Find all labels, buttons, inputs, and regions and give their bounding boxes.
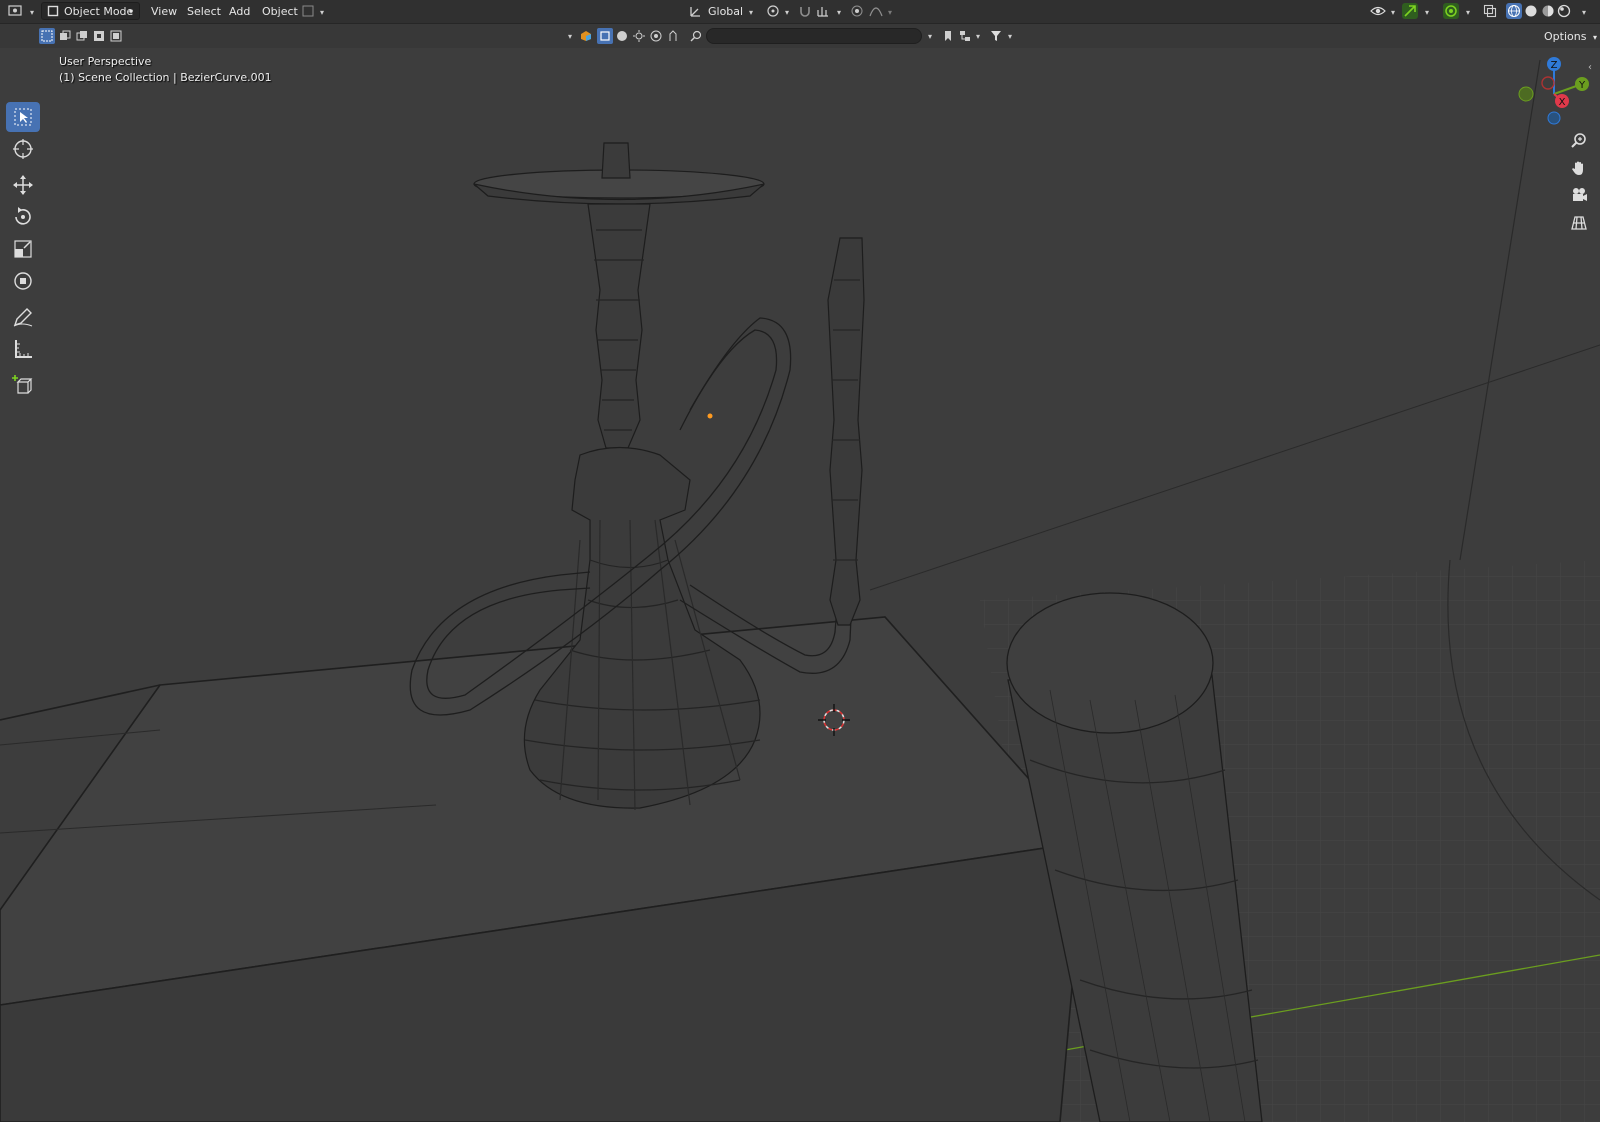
snap-increment-icon[interactable] — [815, 3, 831, 19]
chevron-down-icon[interactable]: ▾ — [743, 4, 759, 20]
chevron-down-icon[interactable]: ▾ — [779, 4, 795, 20]
menu-view[interactable]: View — [147, 3, 181, 20]
viewport-perspective-label: User Perspective — [59, 55, 152, 68]
bookmark-icon[interactable] — [940, 28, 956, 44]
chevron-down-icon[interactable]: ▾ — [1576, 4, 1592, 20]
light-filter-icon[interactable] — [631, 28, 647, 44]
menu-select[interactable]: Select — [183, 3, 225, 20]
rotate-tool[interactable] — [6, 202, 40, 232]
move-tool[interactable] — [6, 170, 40, 200]
chevron-down-icon[interactable]: ▾ — [314, 4, 330, 20]
object-mode-icon — [45, 3, 61, 19]
hand-icon — [1572, 161, 1583, 175]
orientation-icon[interactable] — [688, 3, 704, 19]
select-invert-icon[interactable] — [91, 28, 107, 44]
transform-icon — [14, 272, 32, 290]
mode-dropdown[interactable]: Object Mode ▾ — [41, 2, 140, 20]
hookah-mouthpiece — [827, 237, 865, 626]
search-icon — [688, 28, 704, 44]
editor-type-icon[interactable] — [8, 3, 24, 19]
options-dropdown[interactable]: Options ▾ — [1544, 28, 1597, 45]
chevron-down-icon: ▾ — [129, 7, 134, 16]
magnifier-icon — [1571, 133, 1586, 148]
pan-button[interactable] — [1565, 155, 1593, 181]
scene-wireframe — [0, 59, 1600, 1122]
add-cube-icon — [12, 375, 33, 394]
add-cube-tool[interactable] — [6, 370, 40, 400]
menu-add[interactable]: Add — [225, 3, 254, 20]
transform-orientation[interactable]: Global — [708, 3, 743, 20]
camera-view-button[interactable] — [1565, 182, 1593, 208]
viewport-collection-label: (1) Scene Collection | BezierCurve.001 — [59, 71, 272, 84]
select-subtract-icon[interactable] — [74, 28, 90, 44]
select-new-icon[interactable] — [39, 28, 55, 44]
options-label: Options — [1544, 30, 1587, 43]
move-arrows-icon — [13, 175, 33, 195]
mode-label: Object Mode — [64, 5, 134, 18]
gizmo-y-label: Y — [1578, 80, 1586, 91]
material-shading-icon[interactable] — [1540, 3, 1556, 19]
chevron-down-icon[interactable]: ▾ — [882, 4, 898, 20]
select-box-tool[interactable] — [6, 102, 40, 132]
annotate-tool[interactable] — [6, 302, 40, 332]
camera-filter-icon[interactable] — [648, 28, 664, 44]
gizmo-toggle-icon[interactable] — [1402, 3, 1418, 19]
ruler-icon — [15, 340, 32, 358]
select-intersect-icon[interactable] — [108, 28, 124, 44]
search-input[interactable] — [706, 28, 922, 44]
rotate-icon — [15, 207, 31, 225]
sphere-filter-icon[interactable] — [614, 28, 630, 44]
camera-icon — [1573, 188, 1587, 201]
measure-tool[interactable] — [6, 334, 40, 364]
xray-icon[interactable] — [1482, 3, 1498, 19]
wireframe-shading-icon[interactable] — [1506, 3, 1522, 19]
chevron-down-icon[interactable]: ▾ — [922, 28, 938, 44]
chevron-down-icon[interactable]: ▾ — [1460, 4, 1476, 20]
menu-object[interactable]: Object — [258, 3, 302, 20]
empty-filter-icon[interactable] — [665, 28, 681, 44]
crosshair-icon — [13, 139, 33, 159]
cursor-tool[interactable] — [6, 134, 40, 164]
selected-origin-dot — [707, 413, 713, 419]
zoom-button[interactable] — [1565, 128, 1593, 154]
grid-icon — [1571, 216, 1587, 230]
scale-tool[interactable] — [6, 234, 40, 264]
chevron-down-icon[interactable]: ▾ — [24, 4, 40, 20]
gizmo-z-label: Z — [1551, 60, 1558, 71]
select-extend-icon[interactable] — [57, 28, 73, 44]
object-types-icon[interactable] — [578, 28, 594, 44]
chevron-down-icon[interactable]: ▾ — [562, 28, 578, 44]
navigation-gizmo[interactable]: Z Y X — [1510, 54, 1600, 134]
solid-shading-icon[interactable] — [1523, 3, 1539, 19]
chevron-down-icon[interactable]: ▾ — [970, 28, 986, 44]
chevron-down-icon: ▾ — [1592, 33, 1597, 42]
sidebar-toggle-icon[interactable]: ‹ — [1588, 62, 1592, 73]
overlays-icon[interactable] — [1443, 3, 1459, 19]
proportional-editing-icon[interactable] — [849, 3, 865, 19]
viewport-header: ▾ Object Mode ▾ View Select Add Object ▾… — [0, 0, 1600, 24]
rendered-shading-icon[interactable] — [1556, 3, 1572, 19]
gizmo-x-label: X — [1559, 97, 1566, 108]
3d-viewport[interactable]: User Perspective (1) Scene Collection | … — [0, 48, 1600, 1122]
cursor-arrow-icon — [14, 108, 32, 126]
visibility-icon[interactable] — [1370, 3, 1386, 19]
scale-icon — [14, 240, 32, 258]
chevron-down-icon[interactable]: ▾ — [831, 4, 847, 20]
chevron-down-icon[interactable]: ▾ — [1002, 28, 1018, 44]
ortho-toggle-button[interactable] — [1565, 209, 1593, 235]
snap-icon[interactable] — [797, 3, 813, 19]
chevron-down-icon[interactable]: ▾ — [1419, 4, 1435, 20]
transform-tool[interactable] — [6, 266, 40, 296]
wireframe-filter-icon[interactable] — [597, 28, 613, 44]
pencil-icon — [13, 308, 33, 327]
chevron-down-icon[interactable]: ▾ — [1385, 4, 1401, 20]
